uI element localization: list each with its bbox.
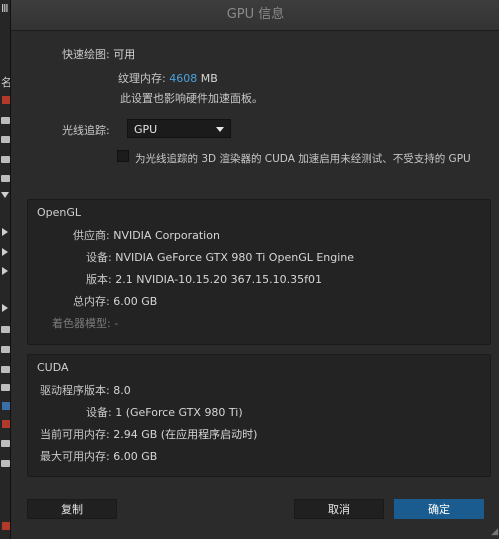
cuda-current-memory-label: 当前可用内存: bbox=[40, 428, 110, 441]
gpu-info-dialog: GPU 信息 快速绘图: 可用 纹理内存: 4608 MB 此设置也影响硬件加速… bbox=[10, 0, 499, 539]
ok-button[interactable]: 确定 bbox=[394, 499, 484, 519]
untested-gpu-checkbox[interactable] bbox=[117, 150, 129, 162]
opengl-shader-model-label: 着色器模型: bbox=[52, 317, 111, 330]
cuda-max-memory-value: 6.00 GB bbox=[113, 450, 158, 463]
copy-button[interactable]: 复制 bbox=[27, 499, 117, 519]
ray-tracing-label: 光线追踪: bbox=[62, 124, 110, 137]
folder-icon bbox=[1, 136, 10, 143]
cuda-current-memory-row: 当前可用内存: 2.94 GB (在应用程序启动时) bbox=[40, 426, 257, 442]
cuda-group-title: CUDA bbox=[37, 361, 69, 374]
texture-memory-label: 纹理内存: bbox=[118, 72, 166, 85]
composition-icon bbox=[2, 420, 10, 428]
resize-grip-icon[interactable]: ◢ bbox=[491, 527, 498, 537]
folder-icon bbox=[1, 460, 10, 467]
opengl-device-row: 设备: NVIDIA GeForce GTX 980 Ti OpenGL Eng… bbox=[86, 249, 354, 265]
opengl-version-row: 版本: 2.1 NVIDIA-10.15.20 367.15.10.35f01 bbox=[86, 271, 322, 287]
untested-gpu-checkbox-label[interactable]: 为光线追踪的 3D 渲染器的 CUDA 加速启用未经测试、不受支持的 GPU bbox=[135, 151, 471, 166]
opengl-version-value: 2.1 NVIDIA-10.15.20 367.15.10.35f01 bbox=[115, 273, 323, 286]
ray-tracing-selected-value: GPU bbox=[134, 123, 158, 136]
background-app-text: Ⅲ bbox=[1, 2, 9, 15]
fast-draw-row: 快速绘图: 可用 bbox=[62, 46, 135, 62]
opengl-total-memory-row: 总内存: 6.00 GB bbox=[73, 293, 157, 309]
cuda-driver-version-value: 8.0 bbox=[113, 384, 131, 397]
opengl-group-title: OpenGL bbox=[37, 206, 82, 219]
opengl-total-memory-label: 总内存: bbox=[73, 295, 110, 308]
opengl-total-memory-value: 6.00 GB bbox=[113, 295, 158, 308]
opengl-shader-model-value: - bbox=[114, 317, 119, 330]
cuda-current-memory-value: 2.94 GB (在应用程序启动时) bbox=[113, 428, 258, 441]
opengl-vendor-row: 供应商: NVIDIA Corporation bbox=[73, 227, 220, 243]
cancel-button[interactable]: 取消 bbox=[294, 499, 384, 519]
fast-draw-value: 可用 bbox=[113, 48, 136, 61]
cuda-device-label: 设备: bbox=[86, 406, 112, 419]
opengl-vendor-label: 供应商: bbox=[73, 229, 110, 242]
opengl-version-label: 版本: bbox=[86, 273, 112, 286]
ray-tracing-select[interactable]: GPU bbox=[127, 119, 231, 138]
disclosure-triangle-icon[interactable] bbox=[2, 304, 8, 312]
texture-memory-unit: MB bbox=[200, 72, 218, 85]
folder-icon bbox=[1, 326, 10, 333]
cuda-driver-version-row: 驱动程序版本: 8.0 bbox=[40, 382, 131, 398]
cuda-max-memory-label: 最大可用内存: bbox=[40, 450, 110, 463]
folder-icon bbox=[1, 117, 10, 124]
disclosure-triangle-icon[interactable] bbox=[2, 228, 8, 236]
cuda-max-memory-row: 最大可用内存: 6.00 GB bbox=[40, 448, 157, 464]
opengl-device-value: NVIDIA GeForce GTX 980 Ti OpenGL Engine bbox=[115, 251, 355, 264]
folder-icon bbox=[1, 346, 10, 353]
folder-icon bbox=[1, 440, 10, 447]
settings-note: 此设置也影响硬件加速面板。 bbox=[120, 92, 263, 105]
file-icon bbox=[2, 402, 10, 410]
opengl-device-label: 设备: bbox=[86, 251, 112, 264]
folder-icon bbox=[1, 384, 10, 391]
cuda-device-value: 1 (GeForce GTX 980 Ti) bbox=[115, 406, 243, 419]
composition-icon bbox=[2, 522, 10, 530]
opengl-vendor-value: NVIDIA Corporation bbox=[113, 229, 220, 242]
disclosure-triangle-icon[interactable] bbox=[1, 192, 9, 198]
texture-memory-value[interactable]: 4608 bbox=[169, 72, 197, 85]
disclosure-triangle-icon[interactable] bbox=[2, 248, 8, 256]
cuda-driver-version-label: 驱动程序版本: bbox=[40, 384, 110, 397]
fast-draw-label: 快速绘图: bbox=[62, 48, 110, 61]
texture-memory-row: 纹理内存: 4608 MB bbox=[118, 70, 218, 86]
folder-icon bbox=[1, 175, 10, 182]
chevron-down-icon bbox=[216, 127, 224, 132]
composition-icon bbox=[2, 96, 10, 104]
folder-icon bbox=[1, 366, 10, 373]
opengl-shader-model-row: 着色器模型: - bbox=[52, 315, 118, 331]
dialog-title: GPU 信息 bbox=[11, 0, 499, 31]
cuda-device-row: 设备: 1 (GeForce GTX 980 Ti) bbox=[86, 404, 243, 420]
folder-icon bbox=[1, 156, 10, 163]
disclosure-triangle-icon[interactable] bbox=[2, 267, 8, 275]
